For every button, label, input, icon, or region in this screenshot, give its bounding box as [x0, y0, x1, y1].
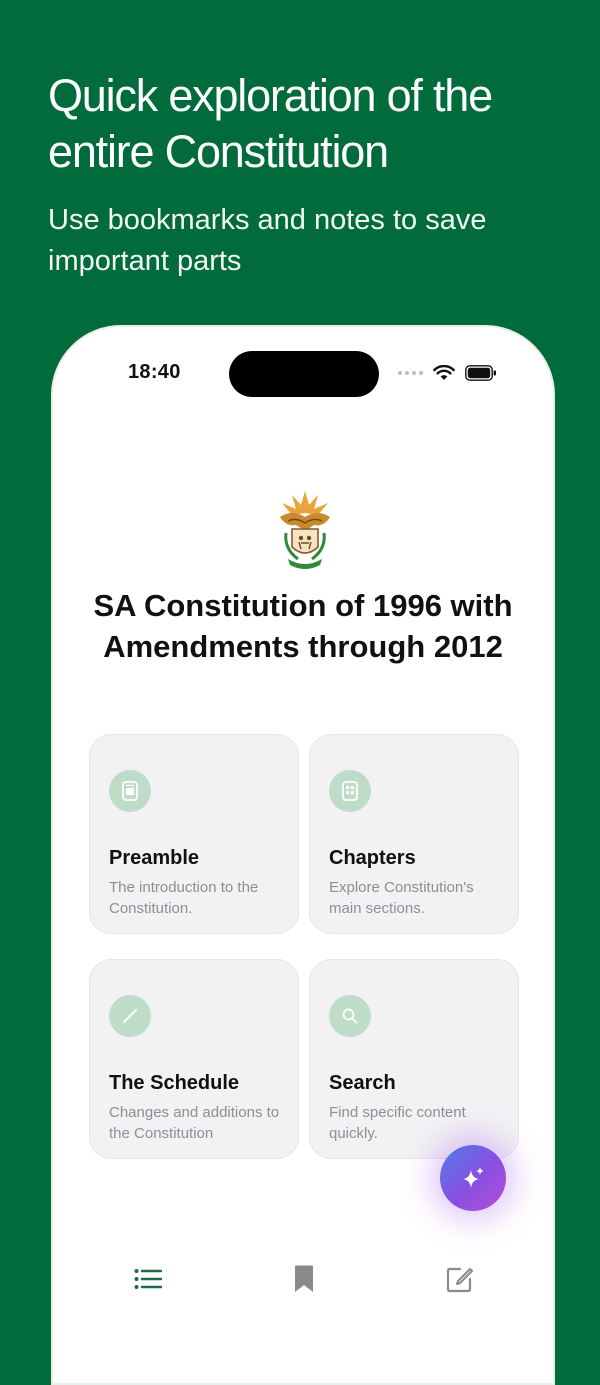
card-description: Explore Constitution's main sections. [329, 879, 474, 917]
dynamic-island [229, 351, 379, 397]
card-title: Search [329, 1072, 396, 1094]
sparkles-icon [463, 1167, 484, 1188]
bookmark-icon [295, 1265, 313, 1292]
signal-dots-icon [398, 371, 423, 375]
card-description: Find specific content quickly. [329, 1104, 466, 1142]
search-card[interactable]: Search Find specific content quickly. [309, 959, 519, 1159]
tab-contents[interactable] [133, 1264, 163, 1294]
document-icon [109, 770, 151, 812]
ai-assistant-button[interactable] [440, 1145, 506, 1211]
wifi-icon [433, 365, 455, 380]
battery-icon [465, 365, 496, 381]
list-icon [134, 1269, 162, 1289]
card-title: Preamble [109, 847, 200, 869]
card-title: The Schedule [109, 1072, 240, 1094]
chapters-icon [329, 770, 371, 812]
phone-frame: 18:40 SA Constitution of 1996 with Amend… [51, 325, 555, 1385]
app-title: SA Constitution of 1996 with Amendments … [93, 588, 513, 664]
hero-title: Quick exploration of the entire Constitu… [48, 70, 493, 177]
card-description: The introduction to the Constitution. [109, 879, 259, 917]
card-title: Chapters [329, 847, 416, 869]
chapters-card[interactable]: Chapters Explore Constitution's main sec… [309, 734, 519, 934]
tab-notes[interactable] [445, 1264, 475, 1294]
search-icon [329, 995, 371, 1037]
tab-bookmarks[interactable] [289, 1264, 319, 1294]
pencil-icon [109, 995, 151, 1037]
edit-note-icon [446, 1267, 473, 1293]
status-time: 18:40 [128, 361, 181, 383]
status-icons [398, 365, 497, 381]
hero-subtitle: Use bookmarks and notes to save importan… [48, 204, 487, 277]
preamble-card[interactable]: Preamble The introduction to the Constit… [89, 734, 299, 934]
sa-coat-of-arms-icon [280, 491, 330, 569]
schedule-card[interactable]: The Schedule Changes and additions to th… [89, 959, 299, 1159]
card-description: Changes and additions to the Constitutio… [109, 1104, 280, 1142]
